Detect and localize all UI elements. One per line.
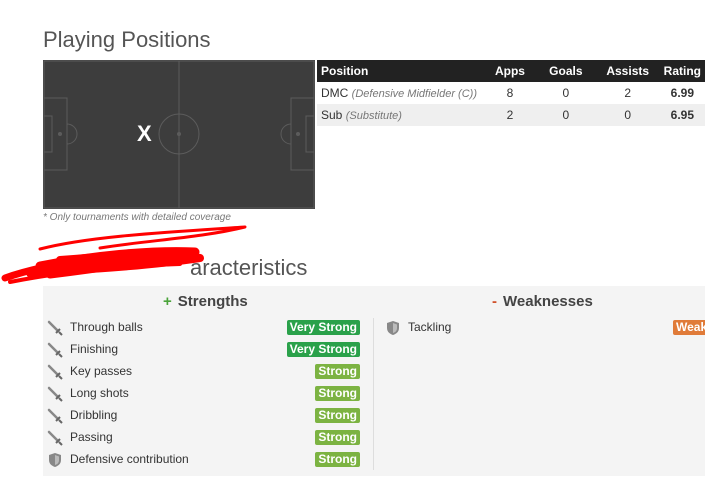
weakness-item: Tackling Weak	[385, 318, 705, 338]
strength-level-badge: Strong	[315, 430, 360, 445]
strength-name: Long shots	[70, 386, 129, 400]
weaknesses-title: Weaknesses	[503, 293, 593, 310]
strength-level-badge: Strong	[315, 386, 360, 401]
rating-cell: 6.95	[659, 104, 705, 126]
rating-cell: 6.99	[659, 82, 705, 104]
strength-item: Key passes Strong	[47, 362, 360, 382]
column-header-assists[interactable]: Assists	[595, 60, 660, 82]
strength-name: Passing	[70, 430, 113, 444]
position-detail: (Substitute)	[345, 110, 402, 122]
position-marker: X	[137, 121, 152, 146]
positions-table: Position Apps Goals Assists Rating DMC (…	[317, 60, 705, 126]
table-row: Sub (Substitute) 2 0 0 6.95	[317, 104, 705, 126]
sword-icon	[47, 386, 63, 402]
position-detail: (Defensive Midfielder (C))	[351, 88, 477, 100]
strength-level-badge: Strong	[315, 364, 360, 379]
strength-level-badge: Strong	[315, 452, 360, 467]
position-cell: DMC (Defensive Midfielder (C))	[317, 82, 485, 104]
strength-item: Dribbling Strong	[47, 406, 360, 426]
strength-name: Defensive contribution	[70, 452, 189, 466]
strength-level-badge: Strong	[315, 408, 360, 423]
strength-item: Through balls Very Strong	[47, 318, 360, 338]
weakness-level-badge: Weak	[673, 320, 705, 335]
strength-name: Through balls	[70, 320, 143, 334]
assists-cell: 2	[595, 82, 660, 104]
weaknesses-sign: -	[492, 293, 497, 310]
goals-cell: 0	[535, 104, 596, 126]
sword-icon	[47, 430, 63, 446]
weaknesses-heading: - Weaknesses	[492, 293, 593, 310]
sword-icon	[47, 364, 63, 380]
table-row: DMC (Defensive Midfielder (C)) 8 0 2 6.9…	[317, 82, 705, 104]
position-code: DMC	[321, 86, 349, 100]
apps-cell: 8	[484, 82, 536, 104]
sword-icon	[47, 342, 63, 358]
strength-name: Finishing	[70, 342, 119, 356]
weakness-name: Tackling	[408, 320, 452, 334]
sword-icon	[47, 320, 63, 336]
assists-cell: 0	[595, 104, 660, 126]
position-code: Sub	[321, 108, 343, 122]
apps-cell: 2	[484, 104, 536, 126]
column-header-apps[interactable]: Apps	[484, 60, 536, 82]
strength-item: Defensive contribution Strong	[47, 450, 360, 470]
strength-item: Passing Strong	[47, 428, 360, 448]
column-divider	[373, 318, 374, 470]
strength-item: Long shots Strong	[47, 384, 360, 404]
strength-name: Key passes	[70, 364, 133, 378]
strengths-title: Strengths	[177, 293, 248, 310]
playing-positions-title: Playing Positions	[43, 27, 211, 52]
column-header-position[interactable]: Position	[317, 60, 485, 82]
position-cell: Sub (Substitute)	[317, 104, 485, 126]
red-redaction-scribble	[1, 225, 247, 284]
table-header-row: Position Apps Goals Assists Rating	[317, 60, 705, 82]
sword-icon	[47, 408, 63, 424]
column-header-goals[interactable]: Goals	[535, 60, 596, 82]
column-header-rating[interactable]: Rating	[659, 60, 705, 82]
goals-cell: 0	[535, 82, 596, 104]
pitch-lines	[43, 60, 315, 209]
strength-item: Finishing Very Strong	[47, 340, 360, 360]
shield-icon	[49, 453, 61, 467]
strengths-sign: +	[163, 293, 172, 310]
strength-name: Dribbling	[70, 408, 118, 422]
shield-icon	[387, 321, 399, 335]
strengths-heading: + Strengths	[163, 293, 248, 310]
strength-level-badge: Very Strong	[286, 320, 360, 335]
characteristics-panel: + Strengths - Weaknesses Through balls Ver…	[43, 286, 705, 476]
pitch-diagram	[43, 60, 315, 209]
strength-level-badge: Very Strong	[286, 342, 360, 357]
